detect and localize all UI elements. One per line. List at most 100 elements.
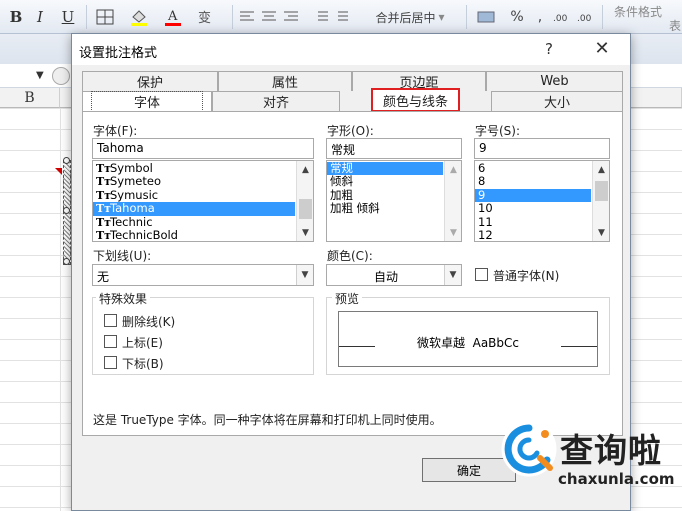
size-label: 字号(S): [475, 124, 521, 138]
ribbon-separator [466, 5, 467, 29]
italic-button[interactable]: I [30, 6, 50, 28]
list-item[interactable]: 加粗 倾斜 [327, 201, 461, 215]
list-item[interactable]: Tт TechnicBold [93, 228, 313, 241]
tab-size[interactable]: 大小 [491, 91, 623, 111]
conditional-format-button[interactable]: 条件格式 [608, 0, 668, 22]
scroll-down-icon[interactable]: ▼ [445, 224, 461, 241]
scroll-thumb[interactable] [595, 181, 608, 201]
font-label: 字体(F): [93, 124, 138, 138]
chevron-down-icon[interactable]: ▼ [296, 265, 313, 285]
fill-color-icon[interactable] [124, 6, 154, 28]
tab-label: 保护 [136, 76, 163, 91]
tab-colors-and-lines[interactable]: 颜色与线条 [371, 88, 460, 112]
effects-group-title: 特殊效果 [96, 290, 151, 307]
comma-button[interactable]: , [530, 6, 550, 28]
normal-font-checkbox[interactable] [475, 268, 488, 281]
color-label: 颜色(C): [327, 249, 373, 263]
font-size-list[interactable]: 6 8 9 10 11 12 ▲ ▼ [474, 160, 610, 242]
resize-handle[interactable] [63, 207, 70, 214]
tab-font[interactable]: 字体 [82, 91, 212, 112]
underline-select[interactable]: 无 ▼ [92, 264, 314, 286]
size-list-scrollbar[interactable]: ▲ ▼ [592, 161, 609, 241]
list-item-selected[interactable]: Tт Tahoma [93, 201, 295, 216]
indent-icon[interactable] [310, 6, 354, 28]
tab-web[interactable]: Web [486, 71, 623, 91]
list-item-label: Symusic [110, 187, 159, 202]
percent-button[interactable]: % [506, 6, 528, 28]
tab-label: Web [540, 74, 569, 89]
list-item[interactable]: 12 [475, 228, 609, 241]
list-item-label: Tahoma [110, 201, 155, 216]
dialog-titlebar[interactable]: 设置批注格式 ? ✕ [72, 34, 630, 65]
chaxunla-logo-icon [501, 421, 557, 477]
list-item-label: Symbol [110, 161, 153, 175]
scroll-up-icon[interactable]: ▲ [297, 161, 313, 178]
close-button[interactable]: ✕ [590, 38, 614, 60]
dialog-title: 设置批注格式 [79, 46, 158, 61]
name-box-dropdown-icon[interactable]: ▼ [36, 70, 44, 81]
font-list[interactable]: Tт Symbol Tт Symeteo Tт Symusic Tт Tahoma Tт… [92, 160, 314, 242]
subscript-label: 下标(B) [122, 357, 164, 371]
column-header-b-label: B [24, 89, 35, 106]
chevron-down-icon[interactable]: ▼ [444, 265, 461, 285]
strikethrough-checkbox[interactable] [104, 314, 117, 327]
truetype-icon: Tт [96, 202, 112, 216]
list-item[interactable]: 10 [475, 201, 609, 215]
scroll-up-icon[interactable]: ▲ [445, 161, 461, 178]
tab-alignment[interactable]: 对齐 [212, 91, 340, 111]
decimal-icon[interactable]: .00 .00 [552, 6, 600, 28]
strikethrough-label: 删除线(K) [122, 315, 176, 329]
list-item-selected[interactable]: 常规 [327, 161, 443, 176]
color-select[interactable]: 自动 ▼ [326, 264, 462, 286]
merge-center-label: 合并后居中 [375, 10, 436, 25]
font-style-list[interactable]: 常规 倾斜 加粗 加粗 倾斜 ▲ ▼ [326, 160, 462, 242]
table-format-button[interactable]: 表 [668, 14, 682, 36]
column-header[interactable] [630, 88, 682, 108]
phonetic-icon[interactable]: 变 [192, 6, 224, 28]
column-header-b[interactable]: B [0, 88, 60, 108]
list-item[interactable]: Tт Technic [93, 215, 313, 229]
merge-center-button[interactable]: 合并后居中 ▾ [360, 6, 460, 28]
list-item[interactable]: 6 [475, 161, 609, 175]
scroll-thumb[interactable] [299, 199, 312, 219]
style-list-scrollbar[interactable]: ▲ ▼ [444, 161, 461, 241]
list-item-selected[interactable]: 9 [475, 188, 591, 203]
scroll-down-icon[interactable]: ▼ [297, 224, 313, 241]
subscript-checkbox[interactable] [104, 356, 117, 369]
font-style-input[interactable]: 常规 [326, 138, 462, 159]
list-item[interactable]: Tт Symbol [93, 161, 313, 175]
style-label: 字形(O): [327, 124, 374, 138]
list-item[interactable]: Tт Symusic [93, 187, 313, 202]
list-item[interactable]: 8 [475, 174, 609, 188]
border-icon[interactable] [90, 6, 120, 28]
tab-protection[interactable]: 保护 [82, 71, 218, 91]
list-item[interactable]: Tт Symeteo [93, 174, 313, 188]
scroll-up-icon[interactable]: ▲ [593, 161, 609, 178]
font-size-input[interactable]: 9 [474, 138, 610, 159]
formula-bar-button[interactable] [52, 67, 70, 85]
superscript-checkbox[interactable] [104, 335, 117, 348]
tab-label: 颜色与线条 [382, 94, 448, 110]
list-item[interactable]: 加粗 [327, 188, 461, 202]
align-buttons-icon[interactable] [236, 6, 306, 28]
normal-font-label: 普通字体(N) [493, 269, 560, 283]
watermark: 查询啦 chaxunla.com [500, 418, 680, 506]
font-color-icon[interactable]: A [158, 6, 188, 28]
scroll-down-icon[interactable]: ▼ [593, 224, 609, 241]
help-button[interactable]: ? [538, 38, 560, 60]
list-item[interactable]: 倾斜 [327, 174, 461, 188]
font-list-scrollbar[interactable]: ▲ ▼ [296, 161, 313, 241]
resize-handle[interactable] [63, 258, 70, 265]
underline-button[interactable]: U [54, 6, 82, 28]
list-item[interactable]: 11 [475, 215, 609, 229]
font-name-input[interactable]: Tahoma [92, 138, 314, 159]
superscript-label: 上标(E) [122, 336, 163, 350]
resize-handle[interactable] [63, 157, 70, 164]
tab-properties[interactable]: 属性 [218, 71, 352, 91]
bold-button[interactable]: B [6, 6, 26, 28]
svg-text:.00: .00 [553, 14, 568, 24]
svg-text:变: 变 [198, 10, 211, 26]
currency-icon[interactable] [472, 6, 502, 28]
underline-label: 下划线(U): [93, 249, 152, 263]
ribbon-separator [602, 5, 603, 29]
